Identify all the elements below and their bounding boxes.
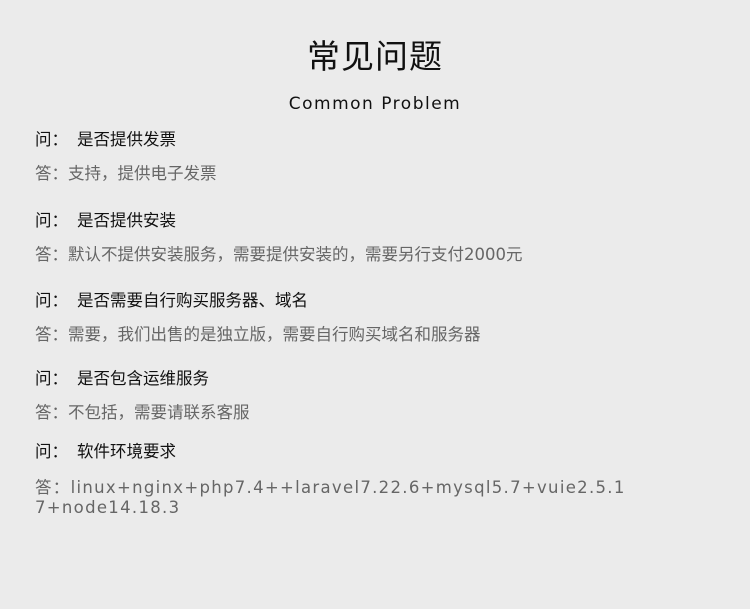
answer-text: 默认不提供安装服务，需要提供安装的，需要另行支付2000元 [68, 245, 523, 264]
answer-text: 需要，我们出售的是独立版，需要自行购买域名和服务器 [68, 325, 481, 344]
question-text: 是否提供安装 [77, 211, 176, 230]
faq-page: 常见问题 Common Problem 问： 是否提供发票 答：支持，提供电子发票… [0, 0, 750, 609]
question-text: 软件环境要求 [77, 442, 176, 461]
question-prefix: 问： [35, 211, 68, 230]
faq-answer: 答：linux+nginx+php7.4++laravel7.22.6+mysq… [35, 478, 635, 518]
question-text: 是否包含运维服务 [77, 369, 209, 388]
question-prefix: 问： [35, 369, 68, 388]
answer-prefix: 答： [35, 403, 68, 422]
question-prefix: 问： [35, 442, 68, 461]
faq-answer: 答：不包括，需要请联系客服 [35, 401, 725, 425]
answer-text: 不包括，需要请联系客服 [68, 403, 250, 422]
faq-item: 问： 是否需要自行购买服务器、域名 答：需要，我们出售的是独立版，需要自行购买域名… [35, 289, 725, 347]
faq-question: 问： 是否包含运维服务 [35, 367, 725, 391]
question-prefix: 问： [35, 291, 68, 310]
faq-answer: 答：支持，提供电子发票 [35, 162, 725, 186]
answer-prefix: 答： [35, 478, 71, 497]
faq-question: 问： 是否提供安装 [35, 209, 725, 233]
answer-text: linux+nginx+php7.4++laravel7.22.6+mysql5… [35, 478, 626, 517]
answer-text: 支持，提供电子发票 [68, 164, 217, 183]
faq-answer: 答：默认不提供安装服务，需要提供安装的，需要另行支付2000元 [35, 243, 725, 267]
faq-answer: 答：需要，我们出售的是独立版，需要自行购买域名和服务器 [35, 323, 725, 347]
question-text: 是否需要自行购买服务器、域名 [77, 291, 308, 310]
faq-item: 问： 是否提供安装 答：默认不提供安装服务，需要提供安装的，需要另行支付2000元 [35, 209, 725, 267]
page-subtitle: Common Problem [288, 94, 462, 114]
faq-question: 问： 是否需要自行购买服务器、域名 [35, 289, 725, 313]
faq-item: 问： 是否提供发票 答：支持，提供电子发票 [35, 128, 725, 186]
answer-prefix: 答： [35, 245, 68, 264]
answer-prefix: 答： [35, 164, 68, 183]
faq-item: 问： 软件环境要求 答：linux+nginx+php7.4++laravel7.… [35, 440, 635, 518]
page-title: 常见问题 [307, 37, 443, 76]
question-text: 是否提供发票 [77, 130, 176, 149]
faq-question: 问： 是否提供发票 [35, 128, 725, 152]
question-prefix: 问： [35, 130, 68, 149]
faq-item: 问： 是否包含运维服务 答：不包括，需要请联系客服 [35, 367, 725, 425]
faq-question: 问： 软件环境要求 [35, 440, 635, 464]
answer-prefix: 答： [35, 325, 68, 344]
